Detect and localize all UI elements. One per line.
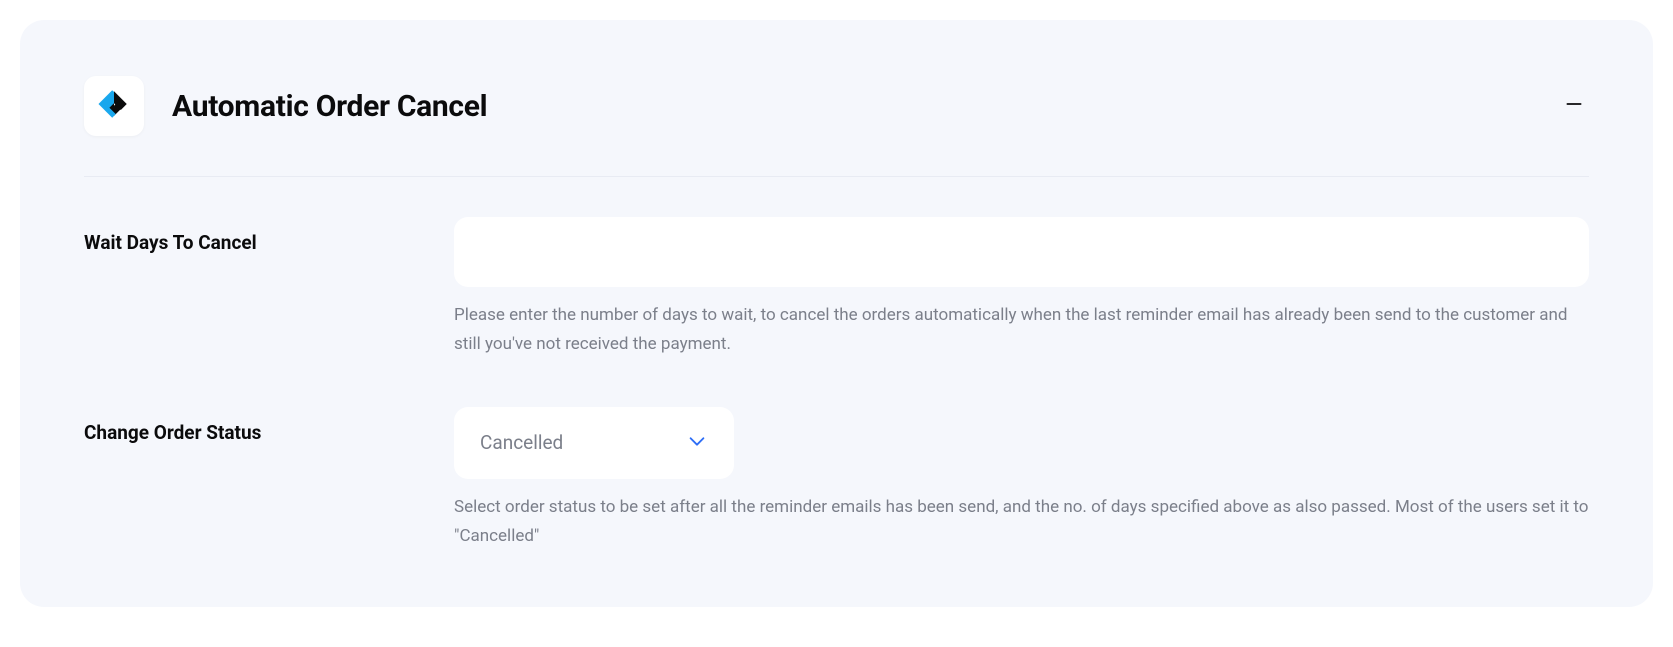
collapse-button[interactable] [1559, 91, 1589, 121]
app-logo-icon [97, 87, 131, 125]
panel-header-left: Automatic Order Cancel [84, 76, 487, 136]
app-icon-container [84, 76, 144, 136]
order-status-label: Change Order Status [84, 407, 454, 444]
order-status-control: Cancelled Select order status to be set … [454, 407, 1589, 551]
panel-header: Automatic Order Cancel [84, 76, 1589, 177]
order-status-help: Select order status to be set after all … [454, 493, 1589, 551]
chevron-down-icon [686, 430, 708, 456]
order-status-row: Change Order Status Cancelled Select ord… [84, 407, 1589, 551]
wait-days-row: Wait Days To Cancel Please enter the num… [84, 217, 1589, 359]
order-status-selected-value: Cancelled [480, 431, 563, 454]
wait-days-label: Wait Days To Cancel [84, 217, 454, 254]
wait-days-input[interactable] [454, 217, 1589, 287]
settings-panel: Automatic Order Cancel Wait Days To Canc… [20, 20, 1653, 607]
wait-days-help: Please enter the number of days to wait,… [454, 301, 1589, 359]
panel-title: Automatic Order Cancel [172, 89, 487, 124]
order-status-select[interactable]: Cancelled [454, 407, 734, 479]
wait-days-control: Please enter the number of days to wait,… [454, 217, 1589, 359]
minus-icon [1564, 94, 1584, 118]
